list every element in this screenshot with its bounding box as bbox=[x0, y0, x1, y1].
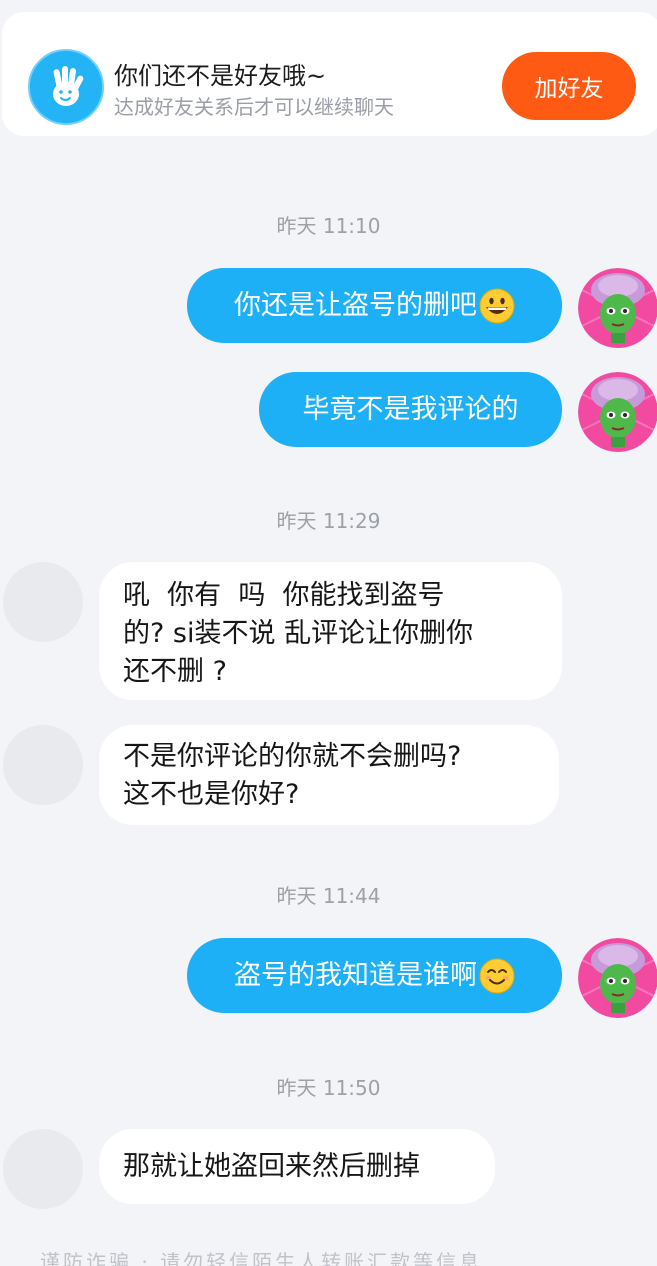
message-text: 盗号的我知道是谁啊 bbox=[234, 959, 477, 991]
message-line: 吼 你有 吗 你能找到盗号 bbox=[123, 580, 445, 611]
timestamp: 昨天 11:10 bbox=[276, 214, 381, 238]
message-text: 你还是让盗号的删吧 bbox=[234, 289, 477, 321]
other-user-avatar[interactable] bbox=[3, 562, 83, 642]
sent-message-bubble[interactable]: 盗号的我知道是谁啊 bbox=[187, 938, 562, 1013]
grinning-face-emoji-icon bbox=[479, 288, 515, 323]
timestamp: 昨天 11:29 bbox=[276, 509, 381, 533]
sent-message-bubble[interactable]: 毕竟不是我评论的 bbox=[259, 372, 562, 447]
friend-request-banner: 你们还不是好友哦~ 达成好友关系后才可以继续聊天 加好友 bbox=[2, 12, 657, 136]
footer-hint: 谨防诈骗 · 请勿轻信陌生人转账汇款等信息 bbox=[40, 1250, 483, 1266]
smiling-face-emoji-icon bbox=[479, 958, 515, 993]
message-line: 的? si装不说 乱评论让你删你 bbox=[123, 618, 474, 649]
my-avatar[interactable] bbox=[578, 938, 657, 1018]
message-line: 不是你评论的你就不会删吗? bbox=[123, 741, 462, 772]
other-user-avatar[interactable] bbox=[3, 725, 83, 805]
hand-wave-icon bbox=[28, 49, 104, 125]
received-message-bubble[interactable]: 那就让她盗回来然后删掉 bbox=[99, 1129, 495, 1204]
received-message-bubble[interactable]: 吼 你有 吗 你能找到盗号 的? si装不说 乱评论让你删你 还不删 ? bbox=[99, 562, 562, 700]
add-friend-button[interactable]: 加好友 bbox=[502, 52, 636, 120]
cartoon-avatar-icon bbox=[578, 372, 657, 452]
banner-subtitle: 达成好友关系后才可以继续聊天 bbox=[114, 95, 394, 119]
cartoon-avatar-icon bbox=[578, 268, 657, 348]
my-avatar[interactable] bbox=[578, 268, 657, 348]
message-line: 这不也是你好? bbox=[123, 779, 300, 810]
message-line: 还不删 ? bbox=[123, 656, 227, 687]
received-message-bubble[interactable]: 不是你评论的你就不会删吗? 这不也是你好? bbox=[99, 725, 559, 825]
message-text: 那就让她盗回来然后删掉 bbox=[123, 1150, 420, 1182]
other-user-avatar[interactable] bbox=[3, 1129, 83, 1209]
timestamp: 昨天 11:50 bbox=[276, 1076, 381, 1100]
sent-message-bubble[interactable]: 你还是让盗号的删吧 bbox=[187, 268, 562, 343]
message-text: 毕竟不是我评论的 bbox=[302, 393, 519, 425]
cartoon-avatar-icon bbox=[578, 938, 657, 1018]
my-avatar[interactable] bbox=[578, 372, 657, 452]
banner-title: 你们还不是好友哦~ bbox=[114, 62, 327, 90]
timestamp: 昨天 11:44 bbox=[276, 884, 381, 908]
